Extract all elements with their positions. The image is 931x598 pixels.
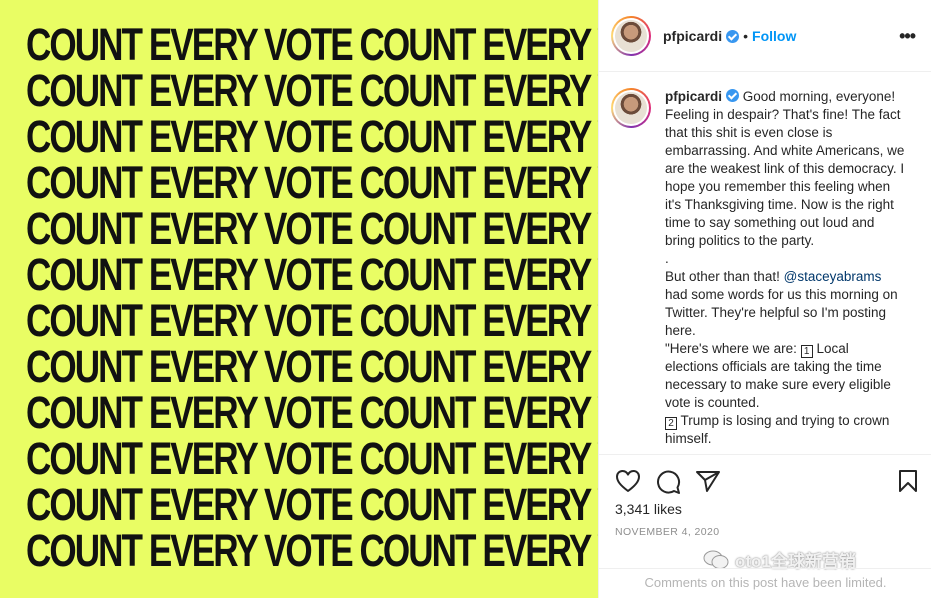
caption-username[interactable]: pfpicardi: [665, 89, 722, 104]
count-every-vote-text-grid: COUNT EVERY VOTE COUNT EVERY VOTE COUNT …: [26, 19, 598, 576]
image-text-line: COUNT EVERY VOTE COUNT EVERY VOTE: [26, 387, 598, 438]
bookmark-icon[interactable]: [897, 469, 919, 498]
caption-avatar[interactable]: [611, 88, 651, 128]
image-text-line: COUNT EVERY VOTE COUNT EVERY VOTE: [26, 341, 598, 392]
image-text-line: COUNT EVERY VOTE COUNT EVERY VOTE: [26, 157, 598, 208]
header-username[interactable]: pfpicardi: [663, 28, 722, 44]
image-text-line: COUNT EVERY VOTE COUNT EVERY VOTE: [26, 433, 598, 484]
heart-icon[interactable]: [615, 469, 641, 498]
image-text-line: COUNT EVERY VOTE COUNT EVERY VOTE: [26, 65, 598, 116]
separator-dot: •: [743, 27, 749, 44]
post-date[interactable]: NOVEMBER 4, 2020: [615, 526, 719, 538]
caption-paragraph-2-prefix: But other than that!: [665, 269, 780, 284]
image-text-line: COUNT EVERY VOTE COUNT EVERY VOTE: [26, 111, 598, 162]
avatar-image: [615, 92, 647, 124]
comment-icon[interactable]: [655, 469, 681, 500]
image-text-line: COUNT EVERY VOTE COUNT EVERY VOTE: [26, 19, 598, 70]
likes-count[interactable]: 3,341 likes: [615, 501, 682, 517]
caption: pfpicardi Good morning, everyone! Feelin…: [611, 88, 914, 448]
paper-plane-icon[interactable]: [695, 469, 721, 498]
caption-scroll-area[interactable]: pfpicardi Good morning, everyone! Feelin…: [599, 72, 931, 454]
mention-link[interactable]: @staceyabrams: [784, 269, 882, 284]
action-bar: [599, 455, 931, 507]
caption-paragraph-4: Trump is losing and trying to crown hims…: [665, 413, 890, 446]
image-text-line: COUNT EVERY VOTE COUNT EVERY VOTE: [26, 295, 598, 346]
verified-badge-icon: [726, 30, 740, 43]
avatar-image: [615, 19, 647, 52]
post-image: COUNT EVERY VOTE COUNT EVERY VOTE COUNT …: [0, 0, 598, 598]
image-text-line: COUNT EVERY VOTE COUNT EVERY VOTE: [26, 525, 598, 576]
image-text-line: COUNT EVERY VOTE COUNT EVERY VOTE: [26, 249, 598, 300]
post-header: pfpicardi • Follow •••: [599, 0, 931, 72]
caption-dot-line: .: [665, 251, 669, 266]
caption-text: pfpicardi Good morning, everyone! Feelin…: [665, 88, 905, 448]
image-text-line: COUNT EVERY VOTE COUNT EVERY VOTE: [26, 203, 598, 254]
caption-paragraph-2-suffix: had some words for us this morning on Tw…: [665, 287, 898, 338]
comments-limited-notice: Comments on this post have been limited.: [599, 568, 931, 598]
avatar[interactable]: [611, 15, 651, 56]
verified-badge-icon: [726, 89, 740, 102]
wechat-icon: [703, 550, 729, 569]
keycap-number-icon: 1: [800, 345, 813, 358]
follow-button[interactable]: Follow: [752, 28, 796, 44]
keycap-number-icon: 2: [665, 417, 677, 430]
image-text-line: COUNT EVERY VOTE COUNT EVERY VOTE: [26, 479, 598, 530]
caption-paragraph-3-prefix: "Here's where we are:: [665, 341, 797, 356]
more-horizontal-icon[interactable]: •••: [899, 26, 916, 47]
caption-paragraph-1: Good morning, everyone! Feeling in despa…: [665, 89, 905, 248]
post-side-panel: pfpicardi • Follow ••• pfpicardi Good mo…: [598, 0, 931, 598]
post-actions-section: 3,341 likes NOVEMBER 4, 2020 oto1全球新营销 C…: [599, 454, 931, 598]
